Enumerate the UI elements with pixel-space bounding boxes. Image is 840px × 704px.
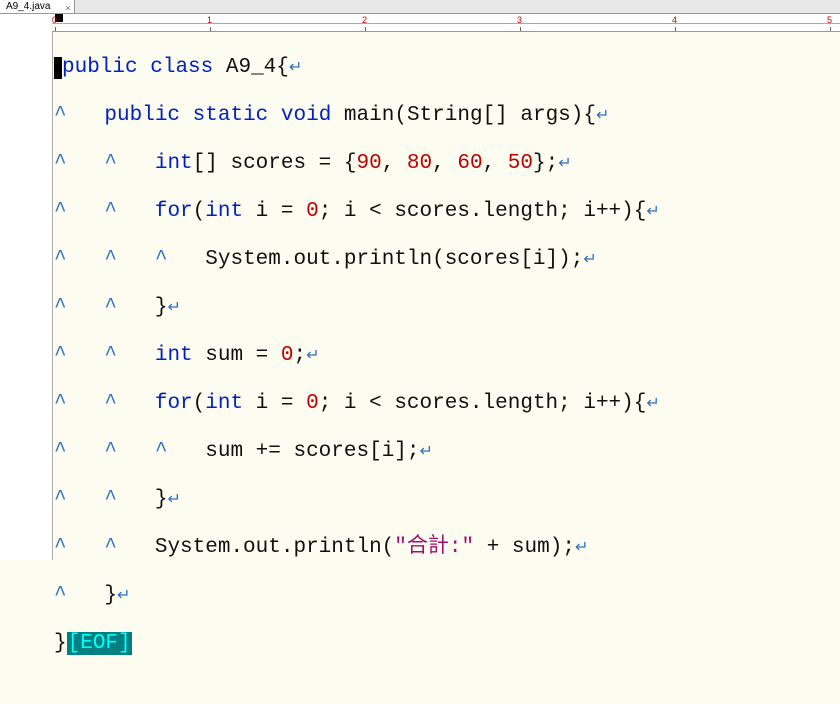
code-line: ^ ^ for(int i = 0; i < scores.length; i+… bbox=[54, 200, 840, 224]
code-line: ^ ^ }↵ bbox=[54, 296, 840, 320]
code-line: ^ ^ ^ sum += scores[i];↵ bbox=[54, 440, 840, 464]
code-line: ^ ^ for(int i = 0; i < scores.length; i+… bbox=[54, 392, 840, 416]
code-line: ^ public static void main(String[] args)… bbox=[54, 104, 840, 128]
tab-filename: A9_4.java bbox=[6, 1, 50, 12]
editor-area[interactable]: 12345678910111213 public class A9_4{↵ ^ … bbox=[0, 32, 840, 560]
close-icon[interactable]: × bbox=[65, 1, 70, 15]
code-line: ^ ^ }↵ bbox=[54, 488, 840, 512]
code-line: ^ ^ int sum = 0;↵ bbox=[54, 344, 840, 368]
ruler-left-blank bbox=[0, 14, 52, 560]
code-line: ^ ^ ^ System.out.println(scores[i]);↵ bbox=[54, 248, 840, 272]
code-line: }[EOF] bbox=[54, 632, 840, 656]
code-line: ^ ^ System.out.println("合計:" + sum);↵ bbox=[54, 536, 840, 560]
code-line: public class A9_4{↵ bbox=[54, 56, 840, 80]
file-tab[interactable]: A9_4.java × bbox=[0, 0, 75, 13]
code-content[interactable]: public class A9_4{↵ ^ public static void… bbox=[52, 32, 840, 560]
code-line: ^ }↵ bbox=[54, 584, 840, 608]
code-line: ^ ^ int[] scores = {90, 80, 60, 50};↵ bbox=[54, 152, 840, 176]
ruler: 012345 bbox=[52, 14, 840, 32]
eof-marker: [EOF] bbox=[67, 632, 132, 655]
tab-bar: A9_4.java × bbox=[0, 0, 840, 14]
text-cursor bbox=[54, 57, 62, 79]
